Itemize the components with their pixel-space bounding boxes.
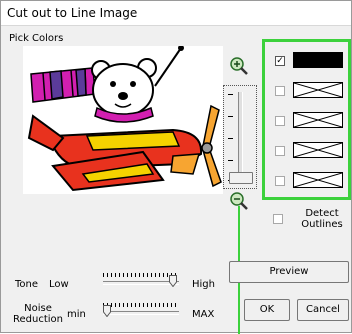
color-checkbox[interactable] [275,116,285,126]
tone-max-label: High [192,279,215,290]
noise-slider-ticks [103,303,179,307]
color-row-4[interactable] [275,142,345,160]
empty-color-swatch[interactable] [293,172,343,188]
airplane-bear-image [27,46,222,192]
color-checkbox[interactable] [275,86,285,96]
tone-slider[interactable] [103,273,179,287]
empty-color-swatch[interactable] [293,112,343,128]
zoom-slider[interactable] [223,85,257,189]
detect-outlines-option[interactable]: Detect Outlines [273,208,349,238]
cut-out-dialog: Cut out to Line Image Pick Colors ✓ Dete… [0,0,352,334]
color-row-5[interactable] [275,172,345,190]
color-row-2[interactable] [275,82,345,100]
tone-slider-ticks [103,273,179,277]
noise-label-line2: Reduction [13,314,63,325]
detect-outlines-label: Detect Outlines [295,208,349,230]
color-list-panel: ✓ [262,39,351,200]
color-checkbox[interactable] [275,146,285,156]
noise-reduction-slider[interactable] [103,303,179,317]
cancel-button[interactable]: Cancel [297,299,349,321]
pick-colors-label: Pick Colors [9,33,64,44]
image-preview-canvas[interactable] [23,46,223,194]
slider-tick [228,160,233,161]
color-checkbox[interactable] [275,176,285,186]
color-checkbox[interactable]: ✓ [275,56,285,66]
preview-button[interactable]: Preview [229,261,349,283]
noise-slider-track [103,311,179,315]
detect-label-line2: Outlines [301,219,343,230]
color-row-1[interactable]: ✓ [275,52,345,70]
noise-slider-thumb[interactable] [103,305,111,317]
color-row-3[interactable] [275,112,345,130]
zoom-in-icon[interactable] [230,57,248,75]
window-title: Cut out to Line Image [7,6,138,20]
slider-tick [228,94,233,95]
tone-slider-track [103,281,179,285]
noise-reduction-label: Noise Reduction [13,303,63,325]
title-bar: Cut out to Line Image [1,1,351,26]
noise-label-line1: Noise [24,303,52,314]
color-swatch[interactable] [293,52,343,68]
slider-tick [228,138,233,139]
noise-max-label: MAX [192,309,215,320]
slider-tick [228,116,233,117]
tone-label: Tone [15,279,39,290]
empty-color-swatch[interactable] [293,142,343,158]
zoom-slider-track [238,92,243,180]
detect-label-line1: Detect [305,208,339,219]
tone-slider-thumb[interactable] [169,275,177,287]
detect-outlines-checkbox[interactable] [273,214,283,224]
empty-color-swatch[interactable] [293,82,343,98]
noise-min-label: min [67,309,86,320]
zoom-slider-thumb[interactable] [229,172,253,184]
tone-min-label: Low [49,279,69,290]
ok-button[interactable]: OK [244,299,290,321]
